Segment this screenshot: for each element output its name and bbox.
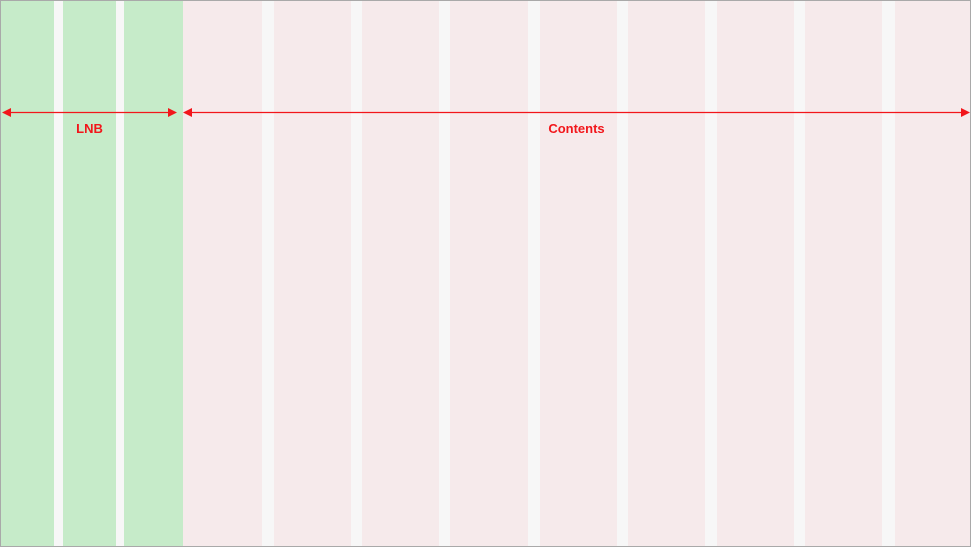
- grid-layout-diagram: LNB Contents: [0, 0, 971, 547]
- contents-column: [183, 1, 262, 546]
- contents-column: [450, 1, 528, 546]
- contents-column: [895, 1, 970, 546]
- contents-column: [805, 1, 882, 546]
- contents-label: Contents: [548, 121, 605, 136]
- lnb-column: [124, 1, 177, 546]
- lnb-measure: LNB: [2, 105, 177, 136]
- contents-double-arrow: [183, 108, 970, 117]
- lnb-column: [1, 1, 54, 546]
- lnb-label: LNB: [76, 121, 103, 136]
- contents-column: [274, 1, 351, 546]
- lnb-double-arrow: [2, 108, 177, 117]
- contents-column: [540, 1, 617, 546]
- contents-measure: Contents: [183, 105, 970, 136]
- contents-column: [717, 1, 794, 546]
- contents-column: [362, 1, 439, 546]
- contents-column: [628, 1, 705, 546]
- lnb-column: [63, 1, 116, 546]
